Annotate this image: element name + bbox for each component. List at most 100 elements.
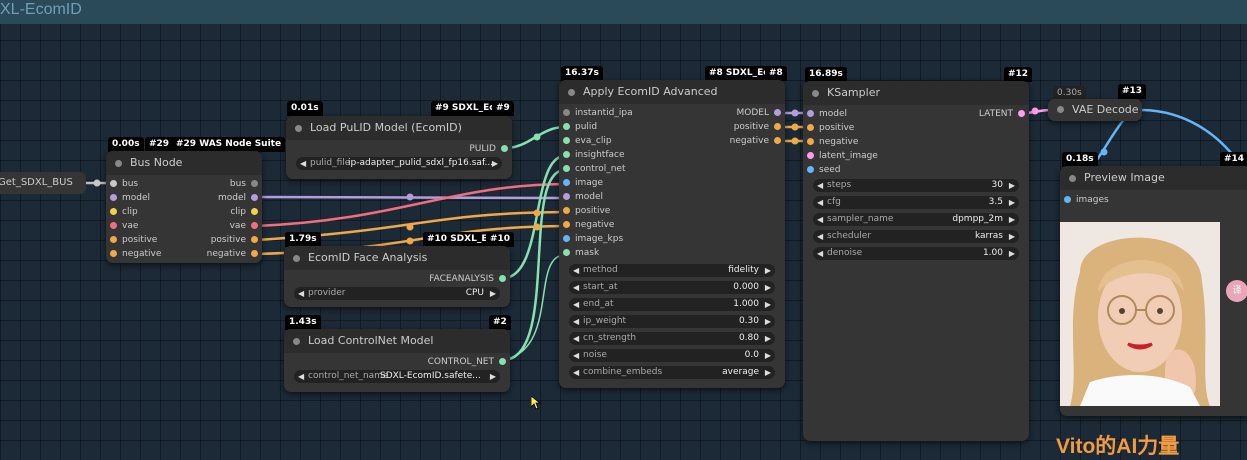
- preview-in-images[interactable]: images: [1064, 193, 1109, 207]
- collapse-dot[interactable]: [1069, 175, 1076, 182]
- pulid-title: Load PuLID Model (EcomID): [310, 121, 462, 134]
- controlnet-id: #2: [489, 315, 511, 330]
- apply-in-image-kps[interactable]: image_kps: [563, 232, 623, 246]
- collapse-dot[interactable]: [568, 89, 575, 96]
- apply-in-control-net[interactable]: control_net: [563, 162, 625, 176]
- face-id: #10: [486, 232, 515, 247]
- pulid-time: 0.01s: [287, 101, 323, 116]
- ks-in-seed[interactable]: seed: [807, 163, 840, 177]
- provider-select[interactable]: ◀ provider CPU ▶: [294, 287, 500, 300]
- ks-in-positive[interactable]: positive: [807, 121, 854, 135]
- pulid-file-select[interactable]: ◀ pulid_file ip-adapter_pulid_sdxl_fp16.…: [296, 157, 502, 170]
- apply-in-negative[interactable]: negative: [563, 218, 614, 232]
- bus-out-negative[interactable]: negative: [207, 247, 258, 261]
- apply-time: 16.37s: [561, 66, 603, 81]
- collapse-dot[interactable]: [293, 338, 300, 345]
- apply-id: #8: [765, 66, 787, 81]
- apply-titlebar[interactable]: Apply EcomID Advanced: [559, 80, 785, 104]
- apply-out-positive[interactable]: positive: [734, 120, 781, 134]
- pulid-id: #9: [492, 101, 514, 116]
- vae-decode-node[interactable]: VAE Decode: [1048, 99, 1142, 121]
- get-bus-label: Get_SDXL_BUS: [0, 177, 73, 188]
- ks-in-negative[interactable]: negative: [807, 135, 858, 149]
- method-select[interactable]: ◀ method fidelity ▶: [569, 264, 775, 277]
- controlnet-title: Load ControlNet Model: [308, 334, 434, 347]
- controlnet-out[interactable]: CONTROL_NET: [428, 355, 506, 369]
- face-time: 1.79s: [285, 232, 321, 247]
- preview-titlebar[interactable]: Preview Image: [1060, 166, 1247, 190]
- combine-embeds-select[interactable]: ◀ combine_embeds average ▶: [569, 366, 775, 379]
- sampler-name-select[interactable]: ◀ sampler_name dpmpp_2m ▶: [813, 213, 1019, 226]
- collapse-dot[interactable]: [812, 90, 819, 97]
- scheduler-select[interactable]: ◀ scheduler karras ▶: [813, 230, 1019, 243]
- bus-in-negative[interactable]: negative: [110, 247, 161, 261]
- apply-in-insightface[interactable]: insightface: [563, 148, 625, 162]
- bus-out-model[interactable]: model: [218, 191, 258, 205]
- get-bus-node[interactable]: Get_SDXL_BUS: [0, 172, 86, 194]
- apply-in-eva-clip[interactable]: eva_clip: [563, 134, 612, 148]
- collapse-dot[interactable]: [293, 255, 300, 262]
- noise-slider[interactable]: ◀ noise 0.0 ▶: [569, 349, 775, 362]
- bus-in-model[interactable]: model: [110, 191, 150, 205]
- bus-node-titlebar[interactable]: Bus Node: [106, 151, 262, 175]
- pulid-titlebar[interactable]: Load PuLID Model (EcomID): [286, 116, 512, 140]
- bus-in-clip[interactable]: clip: [110, 205, 138, 219]
- denoise-input[interactable]: ◀ denoise 1.00 ▶: [813, 247, 1019, 260]
- ks-in-model[interactable]: model: [807, 107, 847, 121]
- bus-in-bus[interactable]: bus: [110, 177, 138, 191]
- apply-in-instantid-ipa[interactable]: instantid_ipa: [563, 106, 633, 120]
- apply-in-positive[interactable]: positive: [563, 204, 610, 218]
- cn-strength-slider[interactable]: ◀ cn_strength 0.80 ▶: [569, 332, 775, 345]
- collapse-dot[interactable]: [295, 125, 302, 132]
- start-at-slider[interactable]: ◀ start_at 0.000 ▶: [569, 281, 775, 294]
- face-title: EcomID Face Analysis: [308, 251, 428, 264]
- bus-node-title: Bus Node: [130, 156, 183, 169]
- pulid-out[interactable]: PULID: [469, 142, 508, 156]
- apply-in-image[interactable]: image: [563, 176, 603, 190]
- apply-ecomid-node[interactable]: Apply EcomID Advanced instantid_ipa puli…: [559, 80, 785, 388]
- controlnet-time: 1.43s: [285, 315, 321, 330]
- steps-input[interactable]: ◀ steps 30 ▶: [813, 179, 1019, 192]
- pulid-badge: #9 SDXL_Ec: [431, 101, 499, 116]
- controlnet-loader-node[interactable]: Load ControlNet Model CONTROL_NET ◀ cont…: [284, 329, 510, 392]
- ksampler-time: 16.89s: [805, 67, 847, 82]
- preview-id: #14: [1220, 152, 1247, 167]
- face-titlebar[interactable]: EcomID Face Analysis: [284, 246, 510, 270]
- cfg-input[interactable]: ◀ cfg 3.5 ▶: [813, 196, 1019, 209]
- controlnet-name-select[interactable]: ◀ control_net_name SDXL-EcomID.safete...…: [294, 370, 500, 383]
- bus-node-time: 0.00s: [108, 137, 144, 152]
- mouse-cursor-icon: [530, 395, 542, 414]
- collapse-dot[interactable]: [115, 160, 122, 167]
- bus-in-vae[interactable]: vae: [110, 219, 138, 233]
- bus-in-positive[interactable]: positive: [110, 233, 157, 247]
- faceanalysis-out[interactable]: FACEANALYSIS: [429, 272, 506, 286]
- apply-in-mask[interactable]: mask: [563, 246, 599, 260]
- watermark: Vito的AI力量: [1056, 435, 1180, 458]
- ks-in-latent-image[interactable]: latent_image: [807, 149, 878, 163]
- vae-titlebar[interactable]: VAE Decode: [1048, 99, 1142, 121]
- apply-out-model[interactable]: MODEL: [737, 106, 781, 120]
- end-at-slider[interactable]: ◀ end_at 1.000 ▶: [569, 298, 775, 311]
- bus-out-positive[interactable]: positive: [211, 233, 258, 247]
- apply-in-model[interactable]: model: [563, 190, 603, 204]
- controlnet-titlebar[interactable]: Load ControlNet Model: [284, 329, 510, 353]
- bus-out-clip[interactable]: clip: [230, 205, 258, 219]
- ksampler-title: KSampler: [827, 86, 880, 99]
- bus-out-vae[interactable]: vae: [230, 219, 258, 233]
- apply-title: Apply EcomID Advanced: [583, 85, 718, 98]
- pulid-loader-node[interactable]: Load PuLID Model (EcomID) PULID ◀ pulid_…: [286, 116, 512, 179]
- ip-weight-slider[interactable]: ◀ ip_weight 0.30 ▶: [569, 315, 775, 328]
- ksampler-node[interactable]: KSampler model positive negative latent_…: [803, 81, 1029, 441]
- ks-out-latent[interactable]: LATENT: [979, 107, 1025, 121]
- apply-in-pulid[interactable]: pulid: [563, 120, 597, 134]
- preview-time: 0.18s: [1062, 152, 1098, 167]
- apply-out-negative[interactable]: negative: [730, 134, 781, 148]
- bus-node[interactable]: Bus Node bus model clip vae positive neg…: [106, 151, 262, 263]
- translate-button[interactable]: 译: [1226, 280, 1247, 302]
- preview-output-image[interactable]: [1060, 222, 1220, 406]
- bus-out-bus[interactable]: bus: [230, 177, 258, 191]
- face-analysis-node[interactable]: EcomID Face Analysis FACEANALYSIS ◀ prov…: [284, 246, 510, 307]
- collapse-dot[interactable]: [1057, 106, 1064, 113]
- ksampler-titlebar[interactable]: KSampler: [803, 81, 1029, 105]
- ksampler-id: #12: [1004, 67, 1033, 82]
